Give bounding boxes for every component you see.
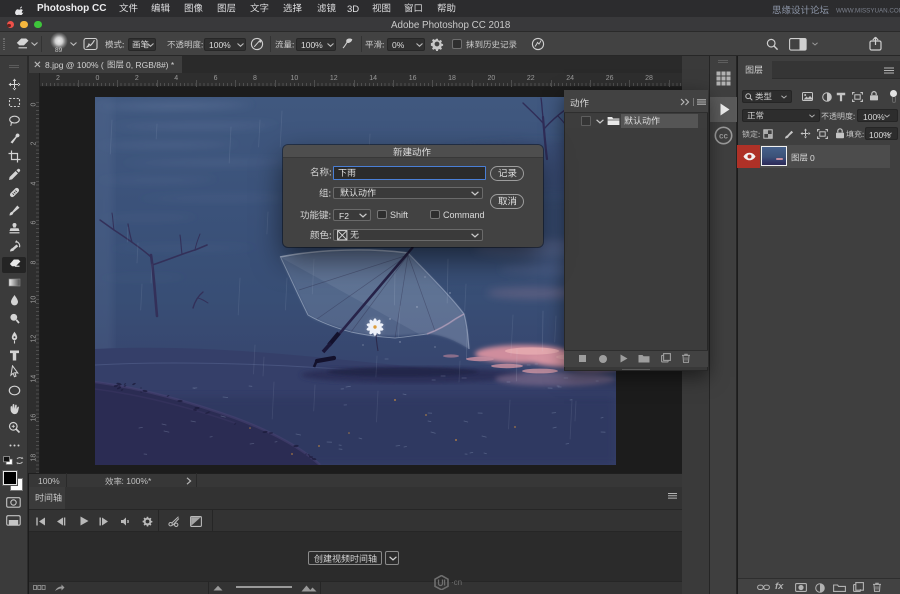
- svg-text:cc: cc: [719, 131, 728, 140]
